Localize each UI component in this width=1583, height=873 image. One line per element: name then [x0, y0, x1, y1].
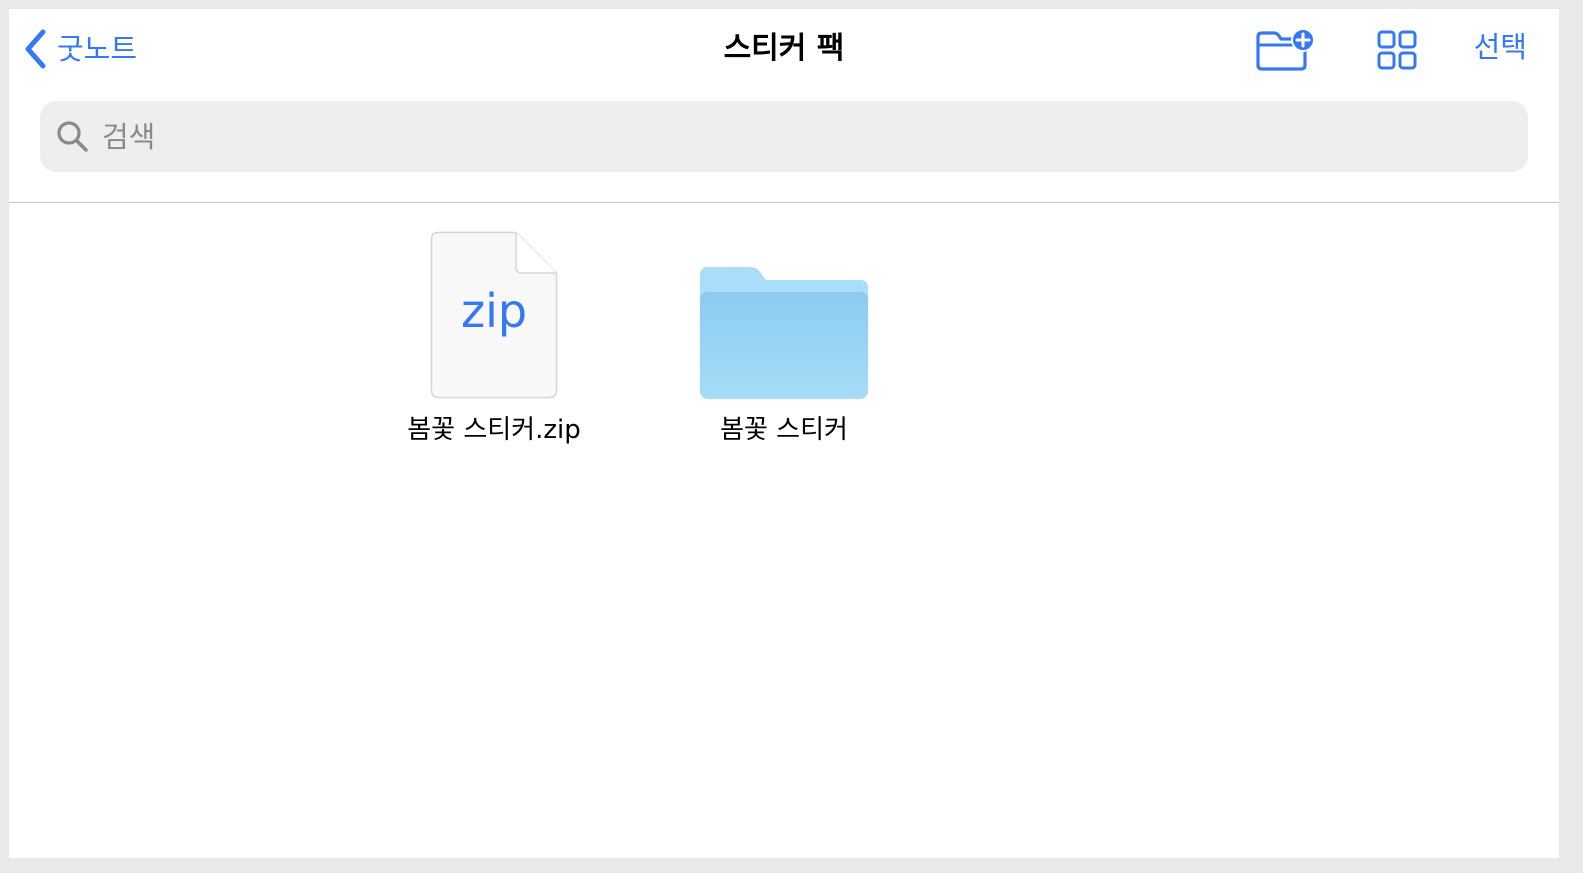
folder-item[interactable]: 봄꽃 스티커: [659, 231, 909, 447]
page-title: 스티커 팩: [723, 31, 845, 66]
select-button[interactable]: 선택: [1474, 29, 1527, 65]
file-item-zip[interactable]: zip 봄꽃 스티커.zip: [369, 231, 619, 447]
zip-badge-label: zip: [460, 284, 528, 338]
search-bar[interactable]: [40, 101, 1528, 172]
grid-view-icon: [1377, 30, 1417, 70]
zip-thumbnail: zip: [369, 231, 619, 399]
view-toggle-button[interactable]: [1377, 30, 1417, 74]
folder-icon: [700, 267, 868, 399]
divider: [9, 202, 1559, 203]
search-input[interactable]: [100, 118, 1484, 155]
folder-thumbnail: [659, 231, 909, 399]
magnifier-icon: [57, 120, 88, 152]
navigation-bar: 굿노트 스티커 팩 선택: [9, 9, 1559, 89]
file-name: 봄꽃 스티커.zip: [407, 415, 581, 445]
folder-plus-icon: [1256, 28, 1315, 71]
new-folder-button[interactable]: [1255, 28, 1317, 76]
files-window: 굿노트 스티커 팩 선택 검색 zip 봄꽃 스티커.zip 봄꽃 스티커: [9, 9, 1559, 858]
folder-name: 봄꽃 스티커: [720, 415, 848, 445]
